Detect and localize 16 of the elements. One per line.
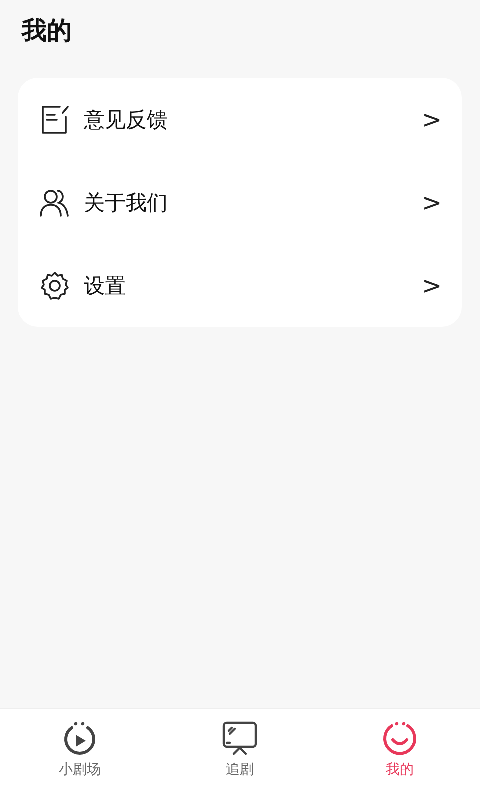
page-title: 我的 <box>22 15 72 47</box>
tab[interactable]: 追剧 <box>160 709 320 800</box>
settings-icon <box>40 270 70 300</box>
note-edit-icon <box>40 104 70 134</box>
menu-item[interactable]: 关于我们 <box>84 188 422 216</box>
smile-icon <box>382 721 418 757</box>
tab[interactable]: 小剧场 <box>0 709 160 800</box>
chevron-icon: > <box>422 106 438 134</box>
tab[interactable]: 我的 <box>320 709 480 800</box>
monitor-icon <box>222 721 258 757</box>
users-icon <box>40 188 70 218</box>
menu-item[interactable]: 设置 <box>84 272 422 300</box>
play-icon <box>62 721 98 757</box>
menu-item[interactable]: 意见反馈 <box>84 106 422 134</box>
chevron-icon: > <box>422 272 438 300</box>
chevron-icon: > <box>422 188 438 216</box>
